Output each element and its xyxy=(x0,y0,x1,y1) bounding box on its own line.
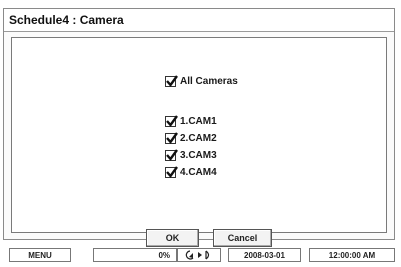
camera-dialog: Schedule4 : Camera All Cameras 1.CAM1 2.… xyxy=(3,8,395,247)
rewind-play-icon xyxy=(177,248,221,262)
cancel-button[interactable]: Cancel xyxy=(213,229,272,247)
time-display: 12:00:00 AM xyxy=(309,248,395,262)
camera-label: 3.CAM3 xyxy=(180,150,217,161)
all-cameras-label: All Cameras xyxy=(180,76,238,87)
checkbox-icon xyxy=(165,166,178,178)
title-bar: Schedule4 : Camera xyxy=(4,9,394,32)
camera-checkbox-2[interactable]: 2.CAM2 xyxy=(165,132,217,144)
date-display: 2008-03-01 xyxy=(228,248,301,262)
checkbox-icon xyxy=(165,132,178,144)
camera-selection-panel: All Cameras 1.CAM1 2.CAM2 3.CAM3 4.CAM4 xyxy=(11,37,387,247)
checkbox-icon xyxy=(165,115,178,127)
all-cameras-checkbox[interactable]: All Cameras xyxy=(165,75,238,87)
camera-checkbox-4[interactable]: 4.CAM4 xyxy=(165,166,217,178)
camera-label: 4.CAM4 xyxy=(180,167,217,178)
camera-checkbox-1[interactable]: 1.CAM1 xyxy=(165,115,217,127)
progress-indicator: 0% xyxy=(93,248,177,262)
menu-button[interactable]: MENU xyxy=(9,248,71,262)
dialog-title: Schedule4 : Camera xyxy=(9,13,124,27)
checkbox-icon xyxy=(165,75,178,87)
camera-label: 2.CAM2 xyxy=(180,133,217,144)
ok-button[interactable]: OK xyxy=(146,229,199,247)
camera-checkbox-3[interactable]: 3.CAM3 xyxy=(165,149,217,161)
status-bar: MENU 0% 2008-03-01 12:00:00 AM xyxy=(3,248,395,262)
camera-label: 1.CAM1 xyxy=(180,116,217,127)
checkbox-icon xyxy=(165,149,178,161)
progress-text: 0% xyxy=(158,250,170,260)
